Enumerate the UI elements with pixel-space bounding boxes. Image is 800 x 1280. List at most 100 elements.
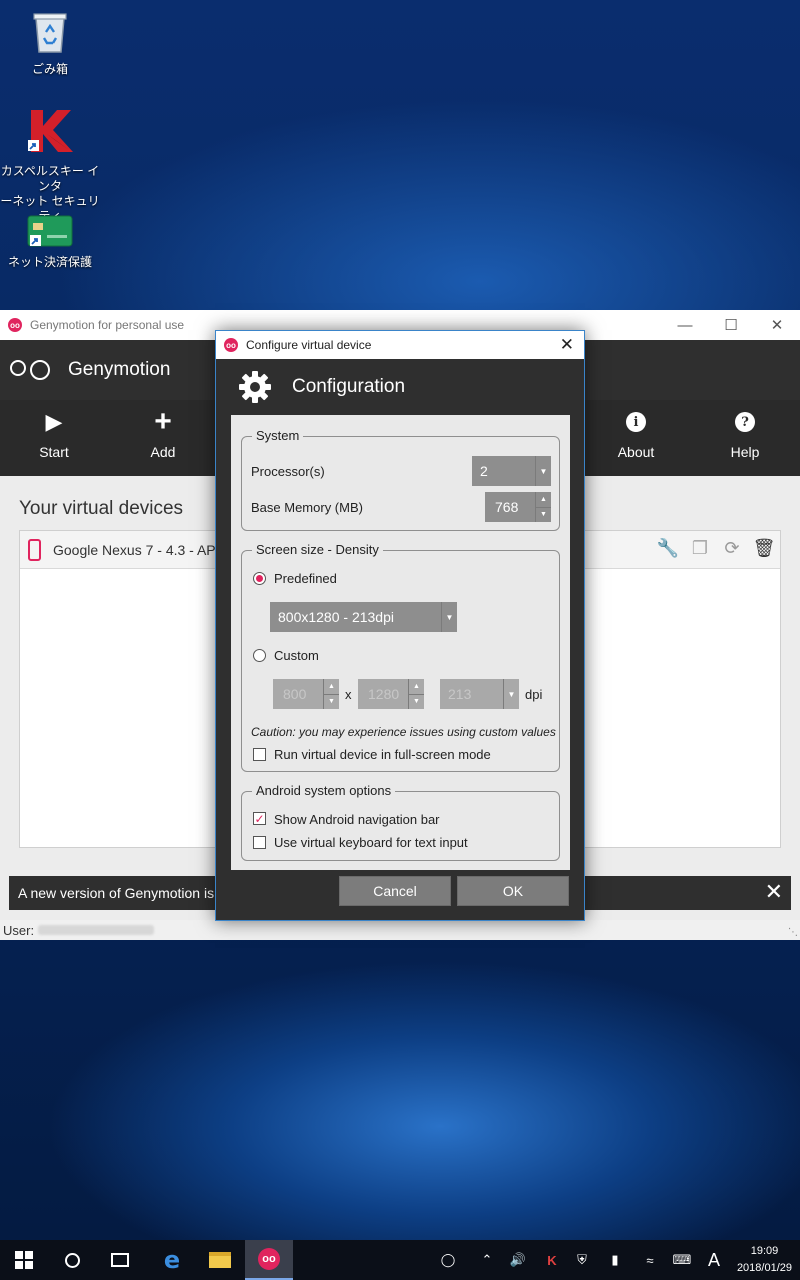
system-group: System Processor(s) 2 ▼ Base Memory (MB)…: [241, 428, 560, 531]
info-icon: i: [626, 412, 646, 432]
memory-spinbox[interactable]: 768 ▲ ▼: [485, 492, 551, 522]
spin-down-icon[interactable]: ▼: [536, 506, 551, 523]
spin-up-icon[interactable]: ▲: [324, 679, 339, 694]
android-options-title: Android system options: [252, 783, 396, 798]
dialog-close-button[interactable]: ✕: [560, 335, 574, 355]
dimension-separator: x: [345, 687, 352, 702]
wrench-icon[interactable]: 🔧: [657, 537, 679, 559]
desktop-icon-label: カスペルスキー インタ: [0, 164, 100, 193]
dialog-header-title: Configuration: [292, 376, 406, 397]
file-explorer-button[interactable]: [196, 1240, 244, 1280]
spin-up-icon[interactable]: ▲: [536, 492, 551, 507]
spin-down-icon[interactable]: ▼: [324, 693, 339, 710]
taskbar: e oo ◯ ⌃ 🔊 K ⛨ ▮ ≈ ⌨ A 19:09 2018/01/29: [0, 1240, 800, 1280]
chevron-up-icon[interactable]: ⌃: [476, 1240, 498, 1280]
desktop-icon-recycle-bin[interactable]: ごみ箱: [0, 10, 100, 77]
clock-date: 2018/01/29: [736, 1262, 792, 1274]
battery-icon[interactable]: ▮: [602, 1240, 628, 1280]
recycle-bin-icon: [33, 13, 67, 53]
kaspersky-icon: [28, 110, 73, 152]
user-label: User:: [3, 922, 35, 938]
folder-icon: [209, 1252, 231, 1268]
mouse-icon[interactable]: ◯: [436, 1240, 460, 1280]
genymotion-logo-icon: oo: [8, 318, 22, 332]
about-button[interactable]: i About: [591, 400, 681, 476]
edge-button[interactable]: e: [148, 1240, 196, 1280]
genymotion-taskbar-button[interactable]: oo: [245, 1240, 293, 1280]
screen-group: Screen size - Density Predefined 800x128…: [241, 542, 560, 772]
desktop-icon-label: ごみ箱: [31, 62, 68, 76]
desktop-icon-kaspersky[interactable]: カスペルスキー インタ ーネット セキュリティ: [0, 106, 100, 224]
credit-card-icon: [27, 215, 73, 247]
add-label: Add: [150, 444, 176, 460]
custom-height-value: 1280: [368, 686, 400, 702]
dialog-titlebar[interactable]: oo Configure virtual device ✕: [216, 331, 584, 359]
dialog-header: Configuration: [216, 359, 584, 415]
resize-grip-icon[interactable]: ⋱: [788, 927, 798, 938]
fullscreen-label: Run virtual device in full-screen mode: [274, 747, 491, 762]
custom-width-spinbox[interactable]: 800 ▲ ▼: [273, 679, 339, 709]
predefined-label: Predefined: [274, 571, 337, 586]
custom-height-spinbox[interactable]: 1280 ▲ ▼: [358, 679, 424, 709]
notification-text: A new version of Genymotion is av: [18, 885, 233, 901]
windows-logo-icon: [15, 1251, 33, 1269]
fullscreen-checkbox[interactable]: [253, 748, 266, 761]
system-group-title: System: [252, 428, 304, 443]
minimize-button[interactable]: —: [662, 310, 708, 340]
virtual-keyboard-label: Use virtual keyboard for text input: [274, 835, 468, 850]
clone-icon[interactable]: ❐: [690, 537, 710, 559]
processor-label: Processor(s): [251, 464, 325, 479]
virtual-keyboard-checkbox[interactable]: [253, 836, 266, 849]
ime-indicator[interactable]: A: [702, 1240, 726, 1280]
dismiss-notification-button[interactable]: ✕: [765, 879, 783, 905]
navbar-checkbox[interactable]: ✓: [253, 812, 266, 825]
start-menu-button[interactable]: [0, 1240, 48, 1280]
plus-icon: +: [154, 405, 172, 438]
custom-radio[interactable]: [253, 649, 266, 662]
trash-icon[interactable]: 🗑: [753, 537, 776, 559]
cortana-button[interactable]: [48, 1240, 96, 1280]
android-options-group: Android system options ✓ Show Android na…: [241, 783, 560, 861]
spin-down-icon[interactable]: ▼: [409, 693, 424, 710]
processor-value: 2: [480, 463, 488, 479]
add-button[interactable]: + Add: [118, 400, 208, 476]
processor-select[interactable]: 2 ▼: [472, 456, 551, 486]
custom-label: Custom: [274, 648, 319, 663]
wifi-icon[interactable]: ≈: [638, 1240, 662, 1280]
close-button[interactable]: ✕: [754, 310, 800, 340]
help-button[interactable]: ? Help: [700, 400, 790, 476]
predefined-radio[interactable]: [253, 572, 266, 585]
kaspersky-tray-icon[interactable]: K: [540, 1240, 564, 1280]
help-label: Help: [730, 444, 760, 460]
device-name: Google Nexus 7 - 4.3 - API 1: [53, 541, 232, 558]
user-email-redacted: [38, 925, 155, 935]
custom-dpi-select[interactable]: 213 ▼: [440, 679, 519, 709]
ok-button[interactable]: OK: [457, 876, 569, 906]
start-label: Start: [39, 444, 69, 460]
custom-dpi-value: 213: [448, 686, 472, 702]
spin-up-icon[interactable]: ▲: [409, 679, 424, 694]
system-clock[interactable]: 19:09 2018/01/29: [737, 1243, 792, 1277]
dialog-title: Configure virtual device: [246, 338, 372, 352]
genymotion-app-icon: oo: [258, 1248, 280, 1270]
maximize-button[interactable]: ☐: [708, 310, 754, 340]
screen-group-title: Screen size - Density: [252, 542, 383, 557]
start-button[interactable]: ▶ Start: [9, 400, 99, 476]
reset-icon[interactable]: ⟳: [722, 537, 742, 559]
desktop-icon-safe-money[interactable]: ネット決済保護: [0, 215, 100, 270]
dialog-body: System Processor(s) 2 ▼ Base Memory (MB)…: [231, 415, 570, 870]
desktop-icon-label: ネット決済保護: [7, 255, 92, 269]
user-status-bar: User: ⋱: [0, 920, 800, 940]
clock-time: 19:09: [750, 1245, 779, 1257]
navbar-label: Show Android navigation bar: [274, 812, 440, 827]
cancel-button[interactable]: Cancel: [339, 876, 451, 906]
task-view-button[interactable]: [96, 1240, 144, 1280]
about-label: About: [617, 444, 655, 460]
gear-icon: [239, 371, 271, 403]
security-shield-icon[interactable]: ⛨: [570, 1240, 594, 1280]
predefined-resolution-select[interactable]: 800x1280 - 213dpi ▼: [270, 602, 457, 632]
chevron-down-icon: ▼: [503, 679, 519, 709]
keyboard-icon[interactable]: ⌨: [668, 1240, 696, 1280]
phone-icon: [28, 538, 41, 561]
volume-icon[interactable]: 🔊: [506, 1240, 530, 1280]
